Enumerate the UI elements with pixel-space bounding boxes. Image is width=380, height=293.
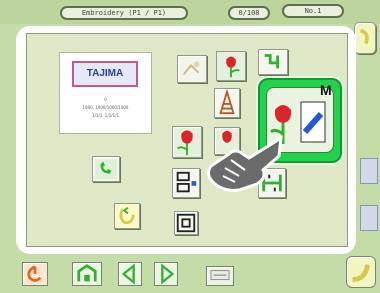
- side-key-1[interactable]: [360, 158, 378, 184]
- power-button[interactable]: [22, 262, 48, 286]
- phone-button[interactable]: [92, 156, 120, 182]
- info-line-1: 0: [104, 97, 107, 102]
- previous-icon: [121, 263, 135, 285]
- flower-icon: [177, 130, 193, 156]
- previous-button[interactable]: [118, 262, 142, 286]
- next-button[interactable]: [154, 262, 178, 286]
- scroll-up-tab[interactable]: [354, 22, 376, 54]
- phone-icon: [94, 158, 118, 180]
- scan-button[interactable]: [174, 211, 198, 235]
- bottom-bar: [0, 258, 380, 293]
- home-icon: [77, 264, 97, 282]
- scan-icon: [176, 213, 196, 233]
- info-line-3: 1/1/1, 1/1/1/1: [91, 113, 120, 118]
- curve-icon: [359, 28, 369, 45]
- brand-logo: TAJIMA: [72, 61, 138, 87]
- color-change-button[interactable]: [258, 49, 288, 75]
- mode-label: M: [320, 82, 332, 98]
- header-bar: Embroidery (P1 / P1) 0/108 No.1: [0, 0, 380, 24]
- setting-button[interactable]: [206, 266, 234, 286]
- needle-indicator: No.1: [282, 4, 344, 18]
- stitch-counter: 0/108: [228, 6, 270, 20]
- pattern-icon: [182, 61, 200, 76]
- frame-move-icon: [176, 171, 197, 193]
- pattern-button[interactable]: [177, 55, 207, 83]
- return-icon: [352, 264, 370, 282]
- flower-icon: [217, 52, 245, 80]
- recycle-button[interactable]: [114, 203, 140, 229]
- tower-button[interactable]: [214, 88, 240, 118]
- setting-icon: [210, 270, 230, 281]
- color-change-icon: [264, 54, 279, 69]
- power-icon: [27, 265, 42, 282]
- flower-button[interactable]: [216, 51, 246, 81]
- machine-info-card: TAJIMA 0 1000, 1000/1000/1000 1/1/1, 1/1…: [59, 52, 152, 134]
- info-line-2: 1000, 1000/1000/1000: [82, 105, 129, 110]
- return-button[interactable]: [346, 256, 376, 288]
- red-flower-button[interactable]: [172, 126, 202, 158]
- frame-move-button[interactable]: [172, 168, 200, 198]
- next-icon: [161, 263, 175, 285]
- side-key-2[interactable]: [360, 205, 378, 231]
- tower-icon: [219, 89, 235, 115]
- window-title: Embroidery (P1 / P1): [60, 6, 188, 20]
- recycle-icon: [115, 204, 139, 228]
- home-button[interactable]: [72, 262, 102, 286]
- pointing-hand-icon: [206, 135, 283, 192]
